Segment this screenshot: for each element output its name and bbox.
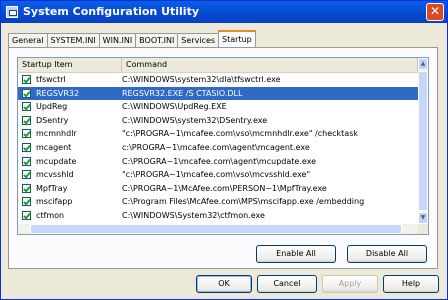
enable-checkbox[interactable]: [22, 102, 31, 112]
startup-item-name: mcagent: [36, 142, 72, 152]
vertical-scroll-thumb[interactable]: [418, 71, 428, 211]
startup-item-command: C:\PROGRA~1\mcafee.com\agent\mcupdate.ex…: [122, 156, 317, 166]
horizontal-scroll-thumb[interactable]: [30, 224, 402, 234]
startup-row[interactable]: mscifapp C:\Program Files\McAfee.com\MPS\…: [18, 195, 418, 209]
enable-checkbox[interactable]: [22, 210, 31, 220]
enable-checkbox[interactable]: [22, 75, 31, 84]
ok-button[interactable]: OK: [196, 275, 252, 293]
startup-row[interactable]: ctfmon C:\WINDOWS\System32\ctfmon.exe: [18, 209, 418, 223]
startup-item-command: C:\WINDOWS\system32\DSentry.exe: [122, 115, 268, 125]
startup-row[interactable]: REGSVR32 REGSVR32.EXE /S CTASIO.DLL: [18, 86, 418, 101]
column-header-command[interactable]: Command: [122, 58, 418, 72]
startup-item-name: mcvsshld: [36, 170, 74, 180]
startup-item-name: mscifapp: [36, 197, 73, 207]
startup-row[interactable]: mcmnhdlr "c:\PROGRA~1\mcafee.com\vso\mcmn…: [18, 127, 418, 141]
startup-item-name: DSentry: [36, 115, 69, 125]
scroll-up-button[interactable]: ▲: [418, 58, 428, 70]
startup-item-name: tfswctrl: [36, 75, 66, 84]
startup-row[interactable]: DSentry C:\WINDOWS\system32\DSentry.exe: [18, 114, 418, 128]
close-button[interactable]: ✕: [426, 3, 444, 21]
startup-item-command: C:\WINDOWS\UpdReg.EXE: [122, 102, 227, 112]
enable-checkbox[interactable]: [22, 156, 31, 166]
horizontal-scrollbar[interactable]: [18, 224, 418, 234]
apply-button[interactable]: Apply: [322, 275, 378, 293]
startup-list[interactable]: Startup Item Command tfswctrl C:\WINDOWS\…: [17, 57, 429, 235]
startup-item-name: UpdReg: [36, 102, 68, 112]
startup-row[interactable]: mcupdate C:\PROGRA~1\mcafee.com\agent\mcu…: [18, 155, 418, 169]
tab-general[interactable]: General: [8, 33, 48, 48]
tab-services[interactable]: Services: [177, 33, 220, 48]
startup-item-name: ctfmon: [36, 210, 65, 220]
title-bar[interactable]: System Configuration Utility ✕: [1, 1, 447, 23]
startup-item-command: C:\WINDOWS\System32\ctfmon.exe: [122, 210, 265, 220]
startup-item-command: C:\Program Files\McAfee.com\MPS\mscifapp…: [122, 197, 365, 207]
list-header: Startup Item Command: [18, 58, 418, 73]
window-title: System Configuration Utility: [23, 5, 199, 18]
startup-row[interactable]: mcvsshld "c:\PROGRA~1\mcafee.com\vso\mcvs…: [18, 168, 418, 182]
startup-row[interactable]: mcagent c:\PROGRA~1\mcafee.com\agent\mcag…: [18, 141, 418, 155]
help-button[interactable]: Help: [383, 275, 439, 293]
startup-row[interactable]: MpfTray C:\PROGRA~1\McAfee.com\PERSON~1\M…: [18, 182, 418, 196]
disable-all-button[interactable]: Disable All: [347, 245, 427, 263]
startup-item-command: c:\PROGRA~1\mcafee.com\agent\mcagent.exe: [122, 142, 310, 152]
scrollbar-corner: [418, 224, 428, 234]
tab-win-ini[interactable]: WIN.INI: [98, 33, 137, 48]
startup-item-command: "c:\PROGRA~1\mcafee.com\vso\mcmnhdlr.exe…: [122, 129, 359, 139]
enable-checkbox[interactable]: [22, 129, 31, 139]
system-config-icon: [6, 6, 18, 18]
startup-row[interactable]: tfswctrl C:\WINDOWS\system32\dla\tfswctrl…: [18, 73, 418, 87]
enable-checkbox[interactable]: [22, 197, 31, 207]
startup-item-command: C:\WINDOWS\system32\dla\tfswctrl.exe: [122, 75, 281, 84]
startup-tab-panel: Startup Item Command tfswctrl C:\WINDOWS\…: [8, 47, 438, 269]
startup-item-name: mcupdate: [36, 156, 77, 166]
startup-item-name: REGSVR32: [36, 88, 80, 98]
enable-all-button[interactable]: Enable All: [256, 245, 336, 263]
enable-checkbox[interactable]: [22, 142, 31, 152]
startup-item-command: "c:\PROGRA~1\mcafee.com\vso\mcvsshld.exe…: [122, 170, 311, 180]
system-configuration-window: System Configuration Utility ✕ General SY…: [0, 0, 448, 300]
cancel-button[interactable]: Cancel: [257, 275, 317, 293]
tab-system-ini[interactable]: SYSTEM.INI: [46, 33, 100, 48]
startup-row[interactable]: UpdReg C:\WINDOWS\UpdReg.EXE: [18, 100, 418, 114]
startup-rows: tfswctrl C:\WINDOWS\system32\dla\tfswctrl…: [18, 73, 418, 234]
startup-item-name: MpfTray: [36, 183, 68, 193]
startup-item-command: C:\PROGRA~1\McAfee.com\PERSON~1\MpfTray.…: [122, 183, 327, 193]
enable-checkbox[interactable]: [22, 170, 31, 180]
tab-boot-ini[interactable]: BOOT.INI: [135, 33, 179, 48]
enable-checkbox[interactable]: [22, 115, 31, 125]
enable-checkbox[interactable]: [22, 183, 31, 193]
startup-item-command: REGSVR32.EXE /S CTASIO.DLL: [122, 88, 243, 98]
column-header-startup-item[interactable]: Startup Item: [18, 58, 122, 72]
enable-checkbox[interactable]: [22, 88, 31, 98]
tab-strip: General SYSTEM.INI WIN.INI BOOT.INI Services…: [8, 30, 256, 49]
vertical-scrollbar[interactable]: ▲ ▼: [418, 58, 428, 224]
scroll-down-button[interactable]: ▼: [418, 212, 428, 224]
startup-item-name: mcmnhdlr: [36, 129, 77, 139]
